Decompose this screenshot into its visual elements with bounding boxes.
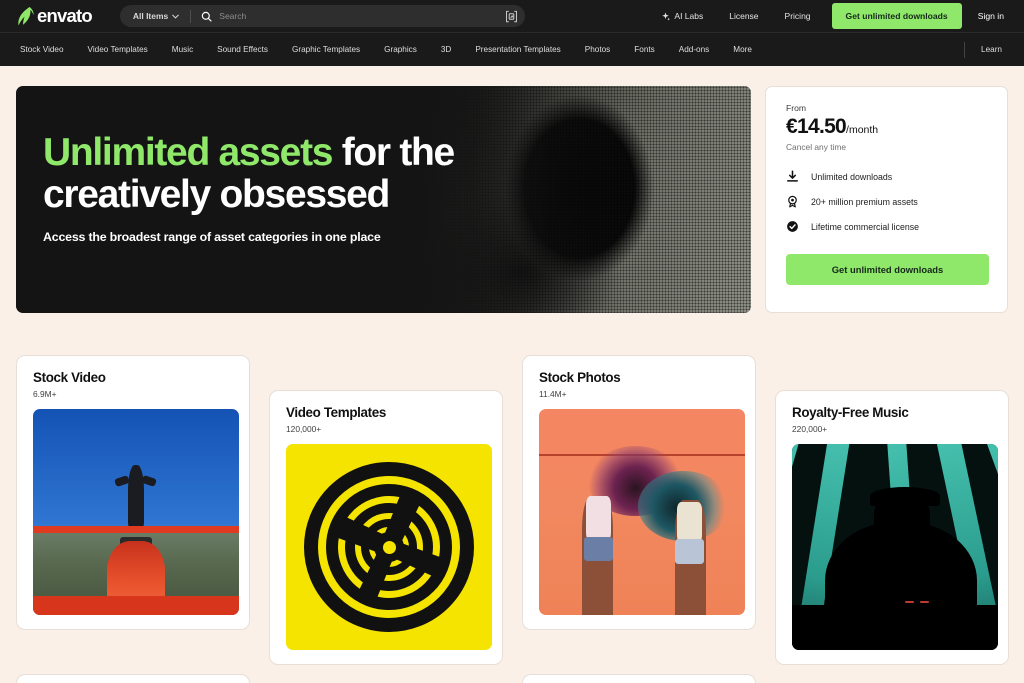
price-feature-item: Unlimited downloads [786, 170, 989, 183]
hero-subtitle: Access the broadest range of asset categ… [43, 230, 381, 245]
nav-item-learn[interactable]: Learn [981, 45, 1008, 54]
hero-halftone-portrait-image [421, 86, 751, 313]
hero-headline: Unlimited assets for the creatively obse… [43, 131, 456, 216]
chevron-down-icon [172, 14, 180, 19]
nav-item-3d[interactable]: 3D [429, 45, 463, 54]
nav-item-fonts[interactable]: Fonts [622, 45, 666, 54]
envato-logo[interactable]: envato [18, 4, 93, 26]
search-icon [202, 11, 212, 22]
nav-item-photos[interactable]: Photos [573, 45, 623, 54]
price-period: /month [846, 124, 879, 136]
nav-item-add-ons[interactable]: Add-ons [667, 45, 722, 54]
price-cancel-note: Cancel any time [786, 142, 847, 152]
category-thumbnail-dj-silhouette [792, 444, 998, 650]
nav-item-stock-video[interactable]: Stock Video [20, 45, 76, 54]
price-feature-label: Lifetime commercial license [811, 221, 920, 232]
sign-in-link[interactable]: Sign in [968, 11, 1010, 21]
header-link-label: AI Labs [674, 11, 704, 21]
envato-leaf-icon [18, 6, 34, 25]
nav-item-presentation-templates[interactable]: Presentation Templates [463, 45, 572, 54]
price-feature-label: 20+ million premium assets [811, 196, 918, 207]
search-scope-selector[interactable]: All Items [132, 11, 180, 21]
top-header-bar: envato All Items AI [0, 0, 1024, 32]
header-get-unlimited-downloads-button[interactable]: Get unlimited downloads [831, 3, 962, 29]
hero-banner[interactable]: Unlimited assets for the creatively obse… [16, 86, 751, 313]
nav-item-graphic-templates[interactable]: Graphic Templates [280, 45, 372, 54]
nav-item-sound-effects[interactable]: Sound Effects [205, 45, 280, 54]
price-amount-row: €14.50 /month [786, 115, 989, 139]
category-card-count: 120,000+ [286, 424, 322, 434]
category-nav-bar: Stock Video Video Templates Music Sound … [0, 32, 1024, 66]
price-get-unlimited-downloads-button[interactable]: Get unlimited downloads [786, 254, 989, 285]
category-card-grid: Stock Video 6.9M+ Video Templates 120,00… [16, 355, 1009, 683]
header-link-pricing[interactable]: Pricing [772, 11, 824, 21]
nav-item-graphics[interactable]: Graphics [372, 45, 429, 54]
price-feature-item: Lifetime commercial license [786, 220, 989, 233]
header-link-label: Pricing [784, 11, 811, 21]
pricing-card: From €14.50 /month Cancel any time Unlim… [765, 86, 1008, 313]
nav-item-music[interactable]: Music [160, 45, 205, 54]
nav-item-video-templates[interactable]: Video Templates [76, 45, 160, 54]
category-card-next-row-right[interactable] [522, 674, 756, 683]
visual-search-glyph [505, 10, 517, 22]
hero-headline-lime: Unlimited assets [43, 131, 333, 174]
search-bar[interactable]: All Items [119, 5, 525, 27]
header-right-group: AI Labs License Pricing Get unlimited do… [648, 3, 1010, 29]
hero-row: Unlimited assets for the creatively obse… [16, 86, 1008, 313]
price-from-label: From [786, 103, 807, 113]
hero-headline-white: for the [332, 131, 456, 174]
category-card-title: Video Templates [286, 405, 386, 420]
search-input[interactable] [219, 11, 503, 21]
logo-wordmark: envato [37, 4, 93, 26]
category-card-stock-photos[interactable]: Stock Photos 11.4M+ [522, 355, 756, 630]
category-card-title: Stock Photos [539, 370, 621, 385]
category-card-stock-video[interactable]: Stock Video 6.9M+ [16, 355, 250, 630]
page-content: Unlimited assets for the creatively obse… [0, 66, 1024, 683]
category-card-next-row-left[interactable] [16, 674, 250, 683]
price-amount: €14.50 [786, 115, 847, 138]
price-feature-list: Unlimited downloads 20+ million premium … [786, 170, 989, 233]
header-link-label: License [729, 11, 759, 21]
price-feature-item: 20+ million premium assets [786, 195, 989, 208]
category-card-count: 11.4M+ [539, 389, 567, 399]
price-feature-label: Unlimited downloads [811, 171, 893, 182]
search-divider [190, 9, 192, 23]
nav-item-more[interactable]: More [721, 45, 764, 54]
hero-copy: Unlimited assets for the creatively obse… [43, 131, 456, 245]
visual-search-icon[interactable] [503, 8, 520, 25]
sparkle-icon [662, 11, 671, 21]
header-link-ai-labs[interactable]: AI Labs [648, 11, 716, 21]
hero-headline-line2: creatively obsessed [43, 172, 390, 216]
category-card-video-templates[interactable]: Video Templates 120,000+ [269, 390, 503, 665]
check-seal-icon [787, 221, 798, 232]
nav-divider [964, 41, 966, 58]
category-card-count: 6.9M+ [33, 389, 57, 399]
category-card-title: Stock Video [33, 370, 106, 385]
header-link-license[interactable]: License [716, 11, 771, 21]
category-thumbnail-wingwalker-biplane [33, 409, 239, 615]
category-thumbnail-orange-dancers [539, 409, 745, 615]
category-card-title: Royalty-Free Music [792, 405, 909, 420]
category-card-count: 220,000+ [792, 424, 828, 434]
category-thumbnail-yellow-psychedelic [286, 444, 492, 650]
download-icon [787, 170, 798, 182]
search-scope-label: All Items [132, 11, 169, 21]
category-card-royalty-free-music[interactable]: Royalty-Free Music 220,000+ [775, 390, 1009, 665]
award-badge-icon [788, 195, 797, 208]
